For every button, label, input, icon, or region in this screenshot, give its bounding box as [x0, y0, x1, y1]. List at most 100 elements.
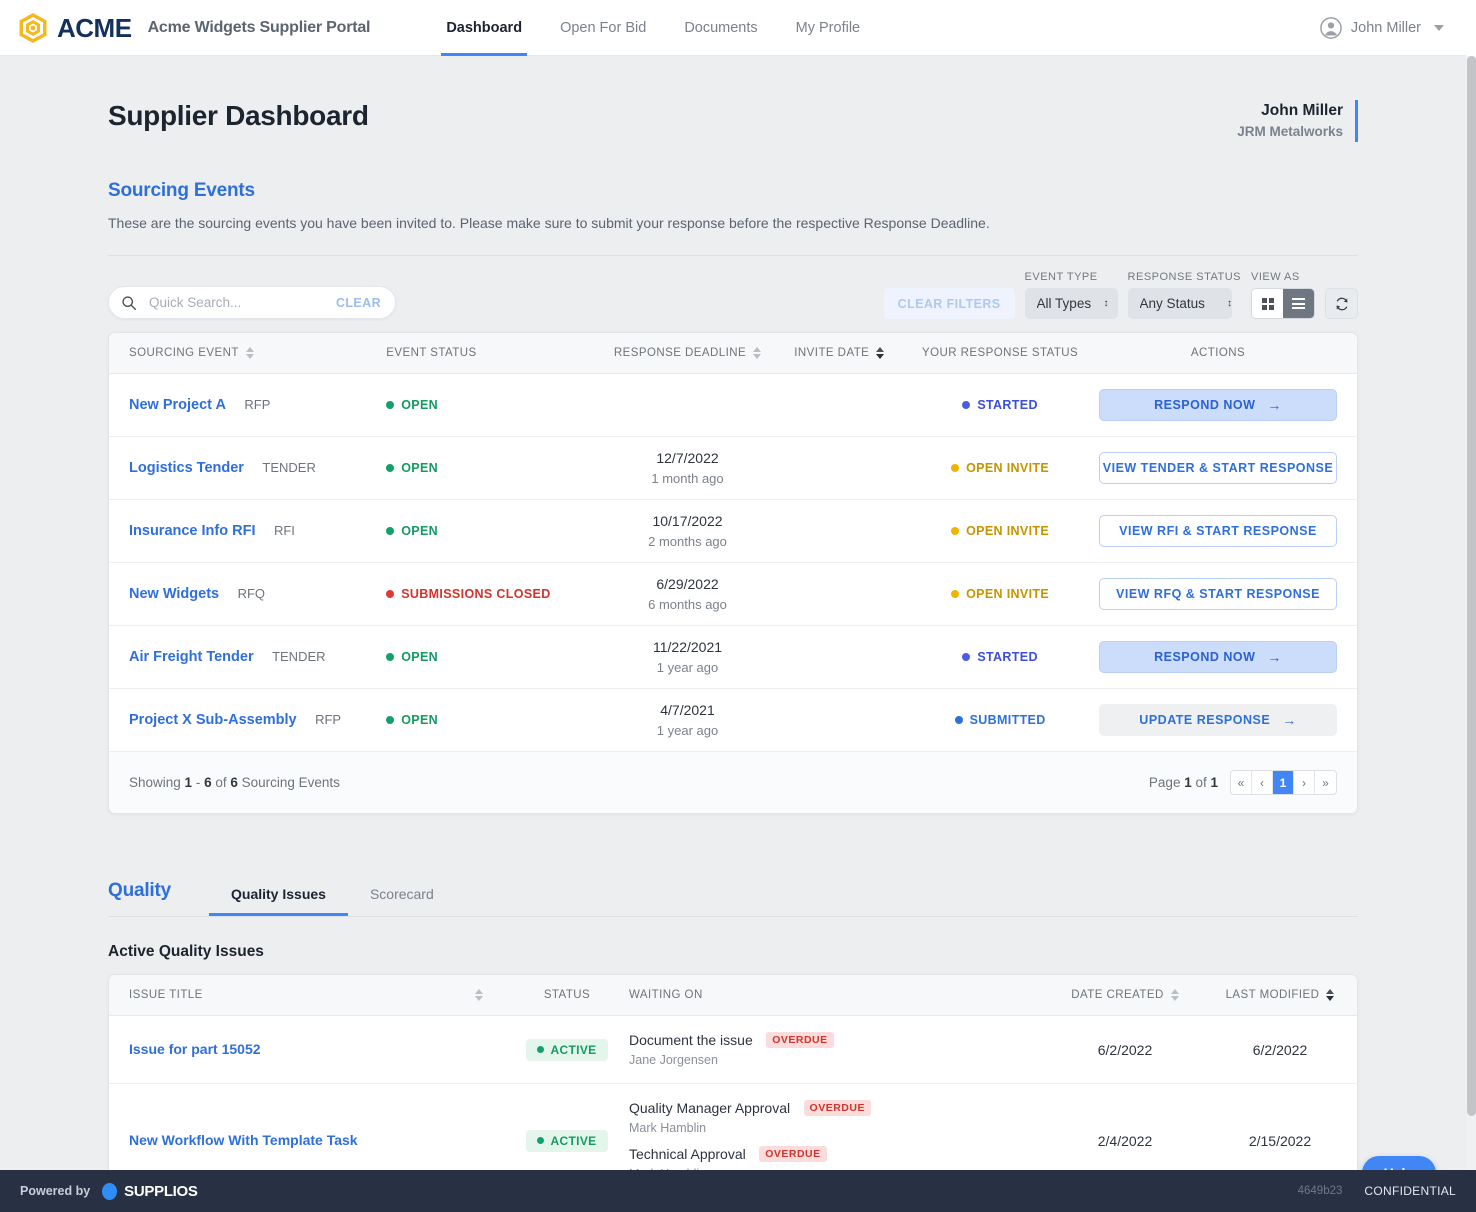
table-row: Project X Sub-Assembly RFP OPEN 4/7/2021… — [109, 688, 1357, 753]
nav-link-dashboard[interactable]: Dashboard — [427, 0, 541, 56]
pagination-buttons: « ‹ 1 › » — [1230, 770, 1337, 796]
respond-now-button[interactable]: RESPOND NOW → — [1099, 389, 1337, 422]
tab-scorecard[interactable]: Scorecard — [348, 886, 456, 916]
status-badge: ACTIVE — [526, 1038, 608, 1061]
col-last-modified-label: LAST MODIFIED — [1225, 989, 1320, 1002]
nav-link-open-for-bid[interactable]: Open For Bid — [541, 0, 665, 56]
respond-now-button[interactable]: RESPOND NOW → — [1099, 641, 1337, 674]
sort-invite-date-icon[interactable] — [876, 347, 885, 360]
response-status-cell: STARTED — [901, 625, 1099, 690]
issue-title-link[interactable]: New Workflow With Template Task — [129, 1132, 358, 1148]
top-navigation-bar: ACME Acme Widgets Supplier Portal Dashbo… — [0, 0, 1466, 56]
event-type-tag: RFP — [244, 397, 271, 413]
event-name-link[interactable]: Air Freight Tender — [129, 649, 254, 665]
col-date-created[interactable]: DATE CREATED — [1027, 975, 1223, 1017]
showing-dash: - — [192, 775, 205, 791]
sourcing-table-head: SOURCING EVENT EVENT STATUS RESPONSE DEA… — [109, 333, 1357, 375]
event-name-link[interactable]: Project X Sub-Assembly — [129, 712, 297, 728]
date-created-cell: 2/4/2022 — [1027, 1083, 1223, 1170]
sort-response-deadline-icon[interactable] — [753, 347, 762, 360]
brand-logo[interactable]: ACME — [18, 12, 132, 44]
search-input[interactable] — [149, 295, 336, 311]
issue-title-link[interactable]: Issue for part 15052 — [129, 1041, 261, 1057]
col-response-deadline[interactable]: RESPONSE DEADLINE — [597, 333, 778, 375]
page-label: Page — [1148, 775, 1185, 791]
nav-link-documents[interactable]: Documents — [665, 0, 776, 56]
col-issue-title[interactable]: ISSUE TITLE — [109, 975, 505, 1017]
tab-quality-issues[interactable]: Quality Issues — [209, 886, 348, 917]
waiting-on-cell: Quality Manager Approval OVERDUE Mark Ha… — [629, 1083, 1027, 1170]
last-modified-cell: 6/2/2022 — [1223, 1015, 1357, 1085]
prev-page-button[interactable]: ‹ — [1252, 771, 1273, 795]
nav-link-my-profile[interactable]: My Profile — [777, 0, 879, 56]
sort-issue-title-icon[interactable] — [475, 989, 483, 1002]
response-deadline-cell: 4/7/2021 1 year ago — [597, 688, 778, 753]
event-status-cell: OPEN — [386, 625, 598, 690]
response-status-cell: SUBMITTED — [901, 688, 1099, 753]
col-sourcing-event[interactable]: SOURCING EVENT — [109, 333, 387, 375]
supplios-name: SUPPLIOS — [124, 1182, 198, 1200]
brand-name: ACME — [57, 12, 132, 43]
view-and-start-response-button[interactable]: VIEW RFQ & START RESPONSE — [1099, 578, 1337, 611]
issue-status-cell: ACTIVE — [505, 1015, 629, 1085]
sort-date-created-icon[interactable] — [1170, 989, 1179, 1002]
active-quality-issues-heading: Active Quality Issues — [108, 943, 264, 961]
page-scroll-area: Supplier Dashboard John Miller JRM Metal… — [0, 56, 1466, 1170]
sort-last-modified-icon[interactable] — [1326, 989, 1335, 1002]
event-type-tag: TENDER — [262, 460, 316, 476]
clear-search-button[interactable]: CLEAR — [336, 296, 381, 310]
event-type-tag: TENDER — [272, 649, 326, 665]
event-name-cell: Insurance Info RFI RFI — [109, 499, 387, 564]
event-name-link[interactable]: New Project A — [129, 397, 226, 413]
event-name-link[interactable]: Logistics Tender — [129, 460, 244, 476]
last-modified-cell: 2/15/2022 — [1223, 1083, 1357, 1170]
arrow-right-icon: → — [1267, 649, 1282, 666]
status-dot-icon — [951, 527, 960, 536]
quality-table-body: Issue for part 15052 ACTIVE Document the… — [109, 1015, 1357, 1170]
vertical-scrollbar[interactable] — [1466, 56, 1476, 1170]
task-row: Quality Manager Approval OVERDUE — [629, 1100, 1027, 1118]
status-badge: OPEN — [386, 398, 438, 412]
sort-sourcing-event-icon[interactable] — [245, 347, 254, 360]
page-title: Supplier Dashboard — [108, 100, 369, 131]
event-name-link[interactable]: Insurance Info RFI — [129, 523, 256, 539]
last-page-button[interactable]: » — [1315, 771, 1336, 794]
event-name-link[interactable]: New Widgets — [129, 586, 219, 602]
response-status-select[interactable]: Any Status — [1127, 288, 1232, 320]
next-page-button[interactable]: › — [1294, 771, 1315, 795]
event-status-text: OPEN — [401, 713, 439, 728]
supplios-logo-icon — [102, 1182, 118, 1200]
quick-search-box[interactable]: CLEAR — [108, 286, 396, 320]
user-menu[interactable]: John Miller — [1320, 16, 1444, 39]
table-row: New Project A RFP OPEN STARTED RESPOND N… — [109, 373, 1357, 438]
view-as-label: VIEW AS — [1251, 271, 1300, 284]
response-deadline-cell: 11/22/2021 1 year ago — [597, 625, 778, 690]
event-type-filter: EVENT TYPE All Types ↕ — [1024, 271, 1118, 320]
deadline-relative: 1 month ago — [651, 471, 724, 487]
scrollbar-thumb[interactable] — [1467, 56, 1476, 1116]
deadline-date: 12/7/2022 — [656, 450, 719, 467]
page-header: Supplier Dashboard John Miller JRM Metal… — [108, 56, 1358, 143]
response-status-filter: RESPONSE STATUS Any Status ↕ — [1127, 271, 1241, 320]
list-view-button[interactable] — [1283, 289, 1314, 319]
first-page-button[interactable]: « — [1231, 771, 1252, 795]
overdue-badge: OVERDUE — [766, 1032, 834, 1049]
invite-date-cell — [777, 625, 902, 690]
col-invite-date[interactable]: INVITE DATE — [777, 333, 902, 375]
col-last-modified[interactable]: LAST MODIFIED — [1223, 975, 1357, 1017]
col-response-status-label: YOUR RESPONSE STATUS — [922, 347, 1079, 360]
page-1-button[interactable]: 1 — [1273, 771, 1294, 795]
refresh-icon — [1336, 297, 1347, 310]
col-waiting-on-label: WAITING ON — [629, 989, 703, 1002]
view-and-start-response-button[interactable]: VIEW RFI & START RESPONSE — [1099, 515, 1337, 548]
view-and-start-response-button[interactable]: VIEW TENDER & START RESPONSE — [1099, 452, 1337, 485]
event-type-select[interactable]: All Types — [1024, 288, 1118, 320]
update-response-button[interactable]: UPDATE RESPONSE → — [1099, 704, 1337, 737]
status-dot-icon — [386, 653, 395, 662]
status-badge: STARTED — [962, 650, 1038, 664]
action-button-label: RESPOND NOW — [1154, 650, 1256, 665]
clear-filters-button[interactable]: CLEAR FILTERS — [883, 288, 1015, 320]
grid-view-button[interactable] — [1252, 289, 1283, 319]
event-status-text: OPEN — [401, 398, 439, 413]
refresh-button[interactable] — [1325, 288, 1358, 320]
